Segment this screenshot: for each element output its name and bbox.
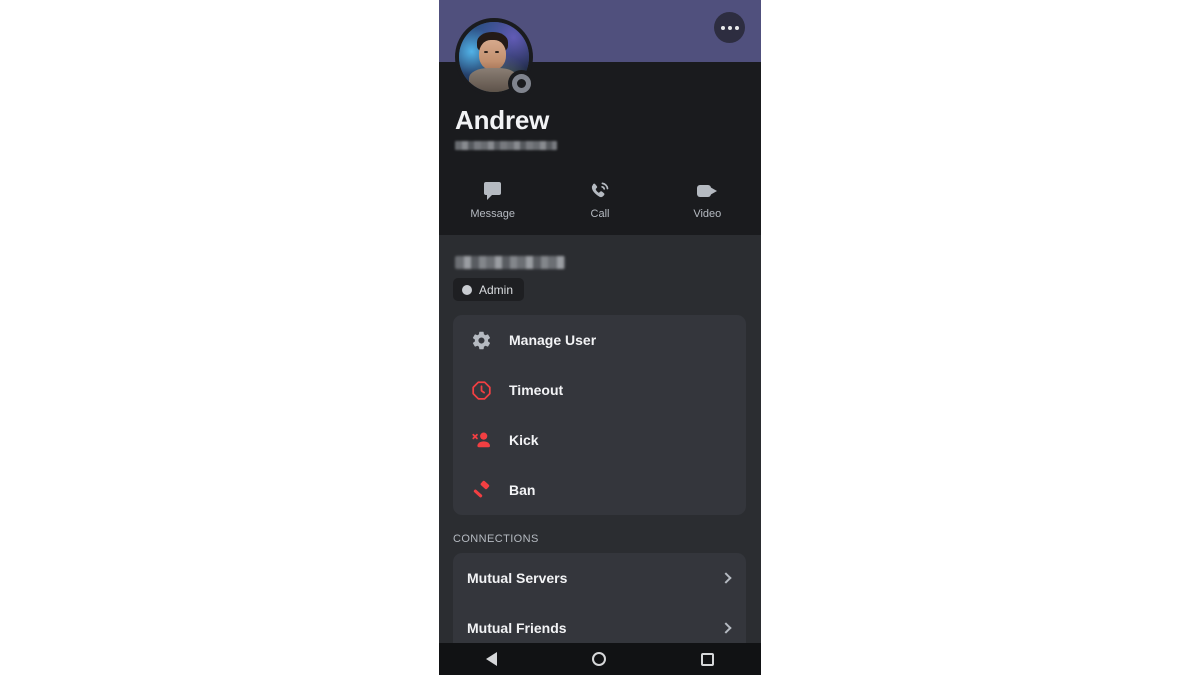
phone-screen: Andrew Message Call Video Admin Manage U…: [439, 0, 761, 675]
timeout-label: Timeout: [509, 382, 564, 398]
call-button[interactable]: Call: [546, 166, 653, 235]
timeout-item[interactable]: Timeout: [453, 365, 746, 415]
connections-card: Mutual Servers Mutual Friends: [453, 553, 746, 653]
user-remove-icon: [471, 430, 492, 451]
moderation-card: Manage User Timeout Kick Ban: [453, 315, 746, 515]
action-row: Message Call Video: [439, 166, 761, 235]
ban-label: Ban: [509, 482, 536, 498]
mutual-servers-item[interactable]: Mutual Servers: [453, 553, 746, 603]
clock-icon: [471, 380, 492, 401]
video-icon: [696, 181, 718, 201]
offline-status-icon: [512, 74, 531, 93]
mutual-servers-label: Mutual Servers: [467, 570, 568, 586]
username-role-redacted: [455, 256, 565, 269]
more-horizontal-icon: [734, 25, 739, 30]
back-icon[interactable]: [486, 652, 498, 666]
mutual-friends-label: Mutual Friends: [467, 620, 567, 636]
message-label: Message: [470, 208, 515, 220]
call-icon: [589, 181, 611, 201]
kick-item[interactable]: Kick: [453, 415, 746, 465]
more-horizontal-icon: [720, 25, 725, 30]
ban-item[interactable]: Ban: [453, 465, 746, 515]
video-button[interactable]: Video: [654, 166, 761, 235]
chevron-right-icon: [720, 572, 732, 584]
role-chip-admin: Admin: [453, 278, 525, 301]
manage-user-item[interactable]: Manage User: [453, 315, 746, 365]
gear-icon: [471, 330, 492, 351]
chevron-right-icon: [720, 622, 732, 634]
call-label: Call: [590, 208, 610, 220]
message-icon: [482, 181, 504, 201]
status-badge: [508, 70, 535, 97]
gavel-icon: [471, 480, 492, 501]
android-nav-bar: [439, 643, 761, 675]
profile-body: Admin Manage User Timeout Kick Ban CONNE…: [439, 235, 761, 675]
manage-user-label: Manage User: [509, 332, 597, 348]
role-color-dot: [462, 284, 472, 295]
identity-block: Andrew: [455, 105, 745, 150]
avatar[interactable]: [455, 18, 535, 97]
username-redacted: [455, 141, 557, 150]
more-options-button[interactable]: [714, 12, 745, 43]
video-label: Video: [693, 208, 722, 220]
connections-heading: CONNECTIONS: [453, 533, 539, 545]
role-chip-label: Admin: [479, 282, 514, 297]
home-icon[interactable]: [591, 652, 606, 666]
display-name: Andrew: [455, 105, 550, 135]
recents-icon[interactable]: [700, 652, 714, 666]
message-button[interactable]: Message: [439, 166, 546, 235]
screenshot-canvas: Andrew Message Call Video Admin Manage U…: [0, 0, 1200, 675]
avatar-face: [479, 39, 506, 71]
kick-label: Kick: [509, 432, 539, 448]
more-horizontal-icon: [727, 25, 732, 30]
